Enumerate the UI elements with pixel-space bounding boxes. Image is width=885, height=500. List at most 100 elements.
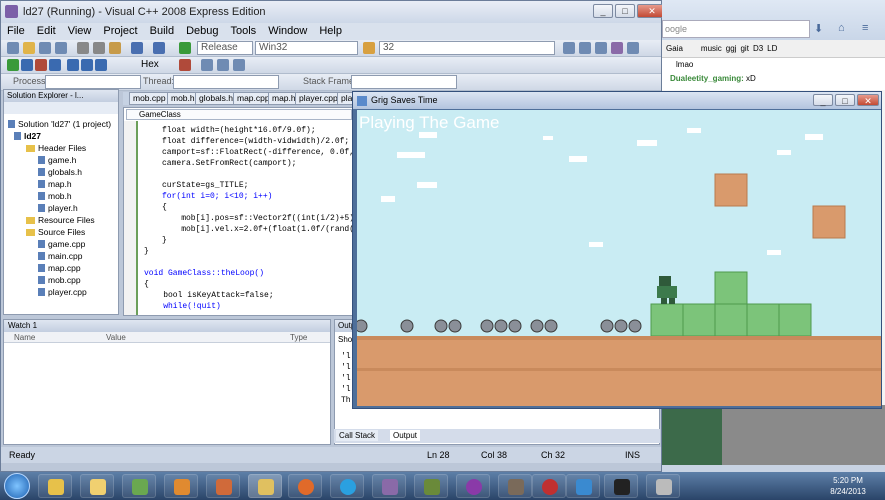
redo-icon[interactable] [153, 42, 165, 54]
game-canvas[interactable]: Playing The Game [357, 110, 881, 406]
step-over-icon[interactable] [81, 59, 93, 71]
home-icon[interactable]: ⌂ [838, 22, 845, 34]
tree-player-h[interactable]: player.h [38, 203, 78, 213]
tree-source-files[interactable]: Source Files [26, 227, 85, 237]
tree-player-cpp[interactable]: player.cpp [38, 287, 87, 297]
tree-game-h[interactable]: game.h [38, 155, 76, 165]
new-file-icon[interactable] [7, 42, 19, 54]
tab-player-cpp[interactable]: player.cpp [295, 92, 342, 105]
taskbar-document-icon[interactable] [566, 474, 600, 498]
tree-mob-h[interactable]: mob.h [38, 191, 72, 201]
properties-icon[interactable] [579, 42, 591, 54]
maximize-button[interactable]: □ [615, 4, 635, 18]
browser-search-input[interactable]: oogle [662, 20, 810, 38]
bookmark-music[interactable]: music [701, 44, 722, 53]
taskbar-explorer-icon[interactable] [38, 474, 72, 498]
cut-icon[interactable] [77, 42, 89, 54]
bookmark-ld[interactable]: LD [767, 44, 777, 53]
tree-map-h[interactable]: map.h [38, 179, 72, 189]
taskbar-winamp-icon[interactable] [164, 474, 198, 498]
continue-icon[interactable] [179, 42, 191, 54]
menu-view[interactable]: View [62, 23, 98, 40]
paste-icon[interactable] [109, 42, 121, 54]
menu-file[interactable]: File [1, 23, 31, 40]
platform-select[interactable]: Win32 [255, 41, 358, 55]
menu-build[interactable]: Build [144, 23, 180, 40]
hex-toggle[interactable]: Hex [141, 59, 159, 70]
tree-main-cpp[interactable]: main.cpp [38, 251, 83, 261]
tree-globals-h[interactable]: globals.h [38, 167, 82, 177]
tree-resource-files[interactable]: Resource Files [26, 215, 95, 225]
save-icon[interactable] [39, 42, 51, 54]
find-icon[interactable] [363, 42, 375, 54]
bookmark-ggj[interactable]: ggj [726, 44, 737, 53]
taskbar-skype-icon[interactable] [330, 474, 364, 498]
tab-mob-cpp[interactable]: mob.cpp [129, 92, 170, 105]
tree-solution[interactable]: Solution 'ld27' (1 project) [8, 119, 111, 129]
bookmark-gaia[interactable]: Gaia [666, 44, 683, 53]
config-select[interactable]: Release [197, 41, 253, 55]
tree-game-cpp[interactable]: game.cpp [38, 239, 85, 249]
tab-mob-h[interactable]: mob.h [167, 92, 199, 105]
restart-icon[interactable] [49, 59, 61, 71]
menu-tools[interactable]: Tools [225, 23, 263, 40]
tab-globals-h[interactable]: globals.h [195, 92, 238, 105]
taskbar-audio-icon[interactable] [206, 474, 240, 498]
game-close-button[interactable]: ✕ [857, 94, 879, 106]
taskbar-app-icon[interactable] [122, 474, 156, 498]
taskbar-folder-icon[interactable] [80, 474, 114, 498]
taskbar-video-icon[interactable] [604, 474, 638, 498]
registers-icon[interactable] [217, 59, 229, 71]
bookmark-d3[interactable]: D3 [753, 44, 763, 53]
watch-col-type[interactable]: Type [290, 333, 307, 342]
settings-icon[interactable] [611, 42, 623, 54]
tree-header-files[interactable]: Header Files [26, 143, 86, 153]
taskbar-paint-icon[interactable] [532, 474, 566, 498]
solution-explorer-icon[interactable] [563, 42, 575, 54]
open-folder-icon[interactable] [23, 42, 35, 54]
tree-project[interactable]: ld27 [14, 131, 41, 141]
toolbox-icon[interactable] [595, 42, 607, 54]
game-titlebar[interactable]: Grig Saves Time _ □ ✕ [353, 92, 881, 109]
step-out-icon[interactable] [95, 59, 107, 71]
vs-titlebar[interactable]: ld27 (Running) - Visual C++ 2008 Express… [1, 1, 667, 23]
disassembly-icon[interactable] [233, 59, 245, 71]
download-icon[interactable]: ⬇ [814, 22, 823, 35]
menu-help[interactable]: Help [313, 23, 348, 40]
undo-icon[interactable] [131, 42, 143, 54]
watch-col-value[interactable]: Value [106, 333, 126, 342]
taskbar-tool-icon[interactable] [248, 474, 282, 498]
stack-frame-combo[interactable] [351, 75, 457, 89]
taskbar-clock[interactable]: 5:20 PM 8/24/2013 [818, 475, 878, 497]
menu-icon[interactable]: ≡ [862, 22, 868, 34]
menu-project[interactable]: Project [97, 23, 143, 40]
tree-map-cpp[interactable]: map.cpp [38, 263, 81, 273]
taskbar-minecraft-icon[interactable] [414, 474, 448, 498]
find-combo[interactable]: 32 [379, 41, 555, 55]
tab-call-stack[interactable]: Call Stack [336, 430, 379, 441]
stop-icon[interactable] [35, 59, 47, 71]
game-maximize-button[interactable]: □ [835, 94, 855, 106]
step-into-icon[interactable] [67, 59, 79, 71]
menu-edit[interactable]: Edit [31, 23, 62, 40]
play-icon[interactable] [7, 59, 19, 71]
pause-icon[interactable] [21, 59, 33, 71]
process-combo[interactable] [45, 75, 141, 89]
taskbar-firefox-icon[interactable] [288, 474, 322, 498]
save-all-icon[interactable] [55, 42, 67, 54]
taskbar-pidgin-icon[interactable] [372, 474, 406, 498]
taskbar-window-icon[interactable] [646, 474, 680, 498]
menu-debug[interactable]: Debug [180, 23, 224, 40]
options-icon[interactable] [627, 42, 639, 54]
copy-icon[interactable] [93, 42, 105, 54]
code-editor[interactable]: GameClass float width=(height*16.0f/9.0f… [123, 107, 355, 316]
watch-col-name[interactable]: Name [14, 333, 35, 342]
tab-output[interactable]: Output [390, 430, 421, 441]
bookmark-git[interactable]: git [740, 44, 748, 53]
class-combo[interactable]: GameClass [126, 109, 352, 120]
game-minimize-button[interactable]: _ [813, 94, 833, 106]
minimize-button[interactable]: _ [593, 4, 613, 18]
thread-combo[interactable] [173, 75, 279, 89]
taskbar-media-icon[interactable] [456, 474, 490, 498]
memory-icon[interactable] [201, 59, 213, 71]
